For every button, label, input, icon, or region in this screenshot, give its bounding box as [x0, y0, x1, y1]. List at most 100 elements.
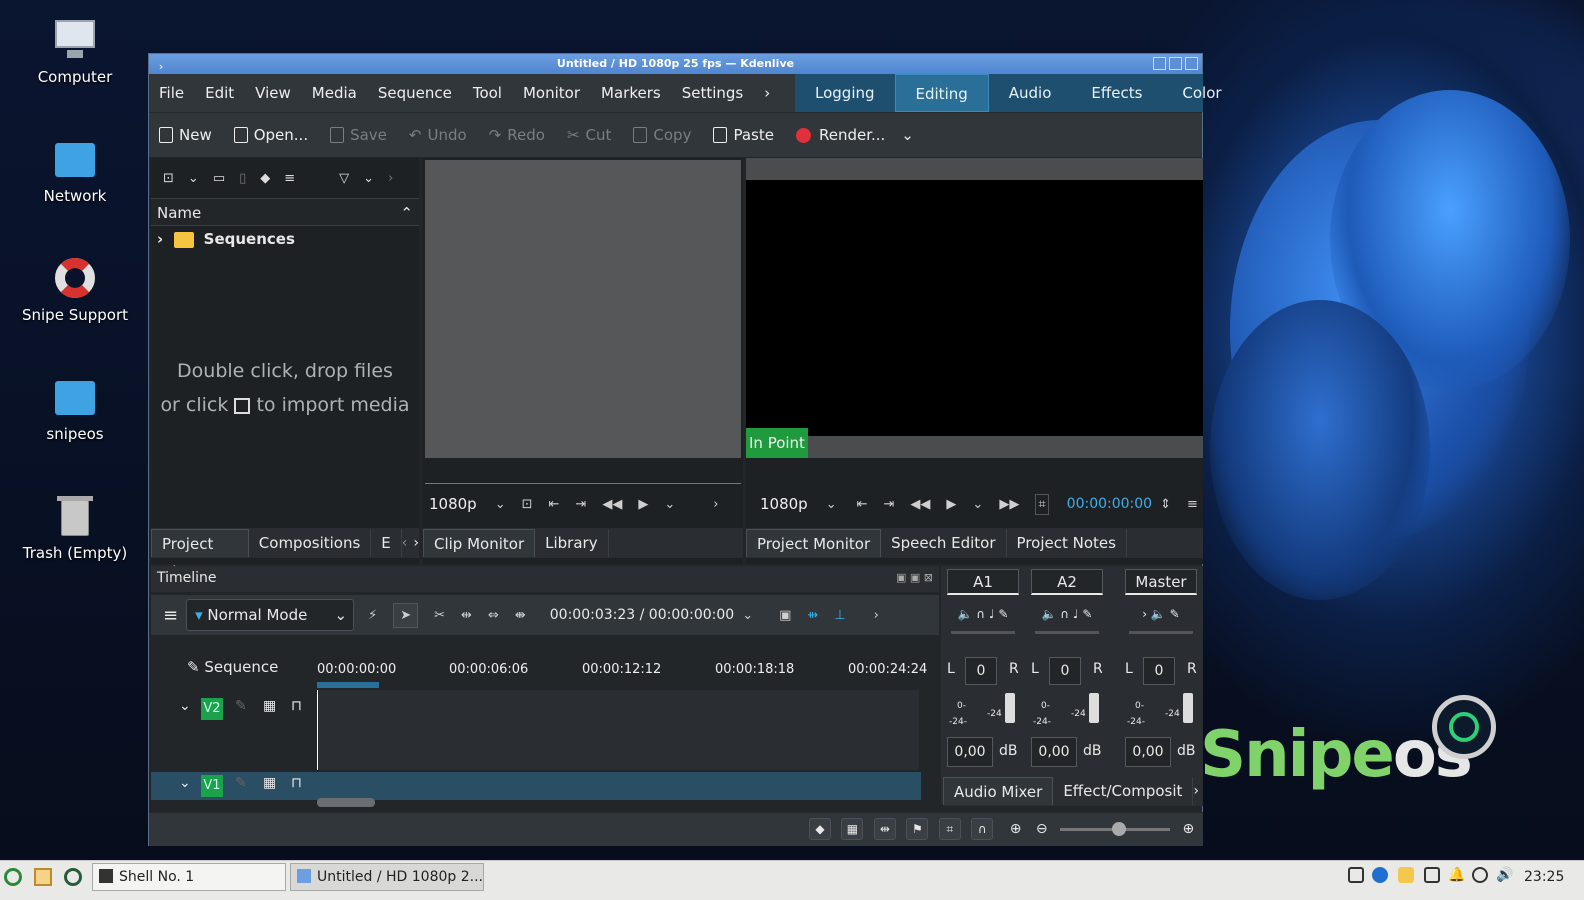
save-button[interactable]: Save	[330, 126, 387, 144]
workspace-tab-editing[interactable]: Editing	[894, 74, 989, 112]
project-timecode[interactable]: 00:00:00:00	[1067, 496, 1152, 512]
zoom-fit-icon[interactable]: ⊕	[1010, 821, 1022, 837]
volume-fader[interactable]	[1183, 693, 1193, 723]
clock[interactable]: 23:25	[1524, 869, 1564, 885]
clip-resolution-select[interactable]: 1080p	[429, 495, 477, 513]
rewind-icon[interactable]: ◀◀	[602, 497, 622, 512]
play-icon[interactable]: ▶	[946, 497, 956, 512]
pan-slider[interactable]	[1035, 631, 1099, 634]
task-kdenlive[interactable]: Untitled / HD 1080p 2...	[290, 863, 484, 891]
hamburger-menu-icon[interactable]: ≡	[1187, 497, 1198, 512]
rewind-icon[interactable]: ◀◀	[910, 497, 930, 512]
channel-buttons[interactable]: 🔈 ∩ ♩ ✎	[947, 607, 1019, 621]
tag-icon[interactable]: ◆	[260, 171, 270, 186]
desktop-icon-snipe-support[interactable]: Snipe Support	[20, 256, 130, 324]
fast-forward-icon[interactable]: ▶▶	[999, 497, 1019, 512]
spacer-tool-icon[interactable]: ⇹	[461, 608, 472, 623]
list-view-icon[interactable]: ≡	[284, 171, 295, 186]
filter-icon[interactable]: ▽	[339, 171, 349, 186]
menu-more-chevron-icon[interactable]: ›	[764, 84, 770, 102]
undo-button[interactable]: ↶ Undo	[409, 126, 467, 144]
fit-zoom-icon[interactable]: ⌗	[938, 818, 961, 840]
channel-volume[interactable]: 0	[1049, 657, 1081, 685]
menu-sequence[interactable]: Sequence	[378, 84, 452, 102]
magic-wand-off-icon[interactable]: ⚡	[368, 608, 377, 623]
tab-compositions[interactable]: Compositions	[249, 529, 372, 557]
workspace-tab-audio[interactable]: Audio	[989, 74, 1072, 112]
menu-file[interactable]: File	[159, 84, 184, 102]
set-in-icon[interactable]: ⇤	[549, 497, 560, 512]
tab-library[interactable]: Library	[535, 529, 609, 557]
network-icon[interactable]	[1424, 867, 1440, 883]
zoom-fit-icon[interactable]: ⊡	[522, 497, 533, 512]
tab-effect-composition[interactable]: Effect/Composit	[1053, 777, 1194, 805]
expand-chevron-icon[interactable]: ›	[157, 230, 163, 248]
start-menu-icon[interactable]	[4, 868, 22, 886]
clipboard-icon[interactable]	[1398, 867, 1414, 883]
play-icon[interactable]: ▶	[638, 497, 648, 512]
desktop-icon-computer[interactable]: Computer	[20, 18, 130, 86]
zoom-in-icon[interactable]: ⊕	[1183, 821, 1195, 837]
collapse-chevron-icon[interactable]: ⌄	[179, 775, 191, 791]
info-icon[interactable]	[1372, 867, 1388, 883]
snap-icon[interactable]: ⇹	[873, 818, 896, 840]
chevron-right-icon[interactable]: ›	[1193, 783, 1199, 799]
zoom-slider[interactable]	[1060, 821, 1171, 836]
clip-monitor-screen[interactable]	[425, 160, 741, 458]
render-button[interactable]: Render... ⌄	[795, 126, 914, 144]
menu-media[interactable]: Media	[312, 84, 357, 102]
project-resolution-select[interactable]: 1080p	[760, 495, 808, 513]
chevron-down-icon[interactable]: ⌄	[972, 497, 983, 512]
updates-icon[interactable]	[1472, 867, 1488, 883]
tab-clip-monitor[interactable]: Clip Monitor	[423, 529, 536, 557]
menu-markers[interactable]: Markers	[601, 84, 661, 102]
set-in-icon[interactable]: ⇤	[857, 497, 868, 512]
window-titlebar[interactable]: › Untitled / HD 1080p 25 fps — Kdenlive	[149, 54, 1202, 74]
crop-icon[interactable]: ⌗	[1035, 493, 1049, 515]
pan-slider[interactable]	[1129, 631, 1193, 634]
film-icon[interactable]: ▦	[841, 818, 864, 840]
new-button[interactable]: New	[159, 126, 212, 144]
timeline-position[interactable]: 00:00:03:23 / 00:00:00:00	[550, 607, 734, 623]
timeline-ruler[interactable]: 00:00:00:00 00:00:06:06 00:00:12:12 00:0…	[317, 658, 937, 688]
tab-speech-editor[interactable]: Speech Editor	[881, 529, 1007, 557]
menu-settings[interactable]: Settings	[682, 84, 744, 102]
chevron-down-icon[interactable]: ⌄	[664, 497, 675, 512]
timeline-scrollbar[interactable]	[317, 798, 375, 807]
zone-bar[interactable]	[317, 682, 379, 688]
add-clip-icon[interactable]: ⊡	[163, 171, 174, 186]
paste-button[interactable]: Paste	[713, 126, 774, 144]
volume-fader[interactable]	[1089, 693, 1099, 723]
workspace-tab-effects[interactable]: Effects	[1071, 74, 1162, 112]
chevron-left-icon[interactable]: ‹	[402, 535, 408, 551]
cut-button[interactable]: ✂ Cut	[567, 126, 611, 144]
channel-volume[interactable]: 0	[1143, 657, 1175, 685]
channel-db[interactable]: 0,00	[1031, 737, 1077, 767]
ripple-tool-icon[interactable]: ⇔	[488, 608, 499, 623]
magnet-icon[interactable]: ∩	[971, 818, 994, 840]
volume-fader[interactable]	[1005, 693, 1015, 723]
track-label-v1[interactable]: V1	[201, 775, 223, 797]
tab-project-notes[interactable]: Project Notes	[1007, 529, 1127, 557]
chevron-right-icon[interactable]: ›	[388, 171, 393, 186]
redo-button[interactable]: ↷ Redo	[489, 126, 545, 144]
hamburger-menu-icon[interactable]: ≡	[163, 605, 178, 626]
desktop-icon-home[interactable]: snipeos	[20, 375, 130, 443]
chevron-right-icon[interactable]: ›	[713, 497, 718, 512]
bell-icon[interactable]: 🔔	[1448, 867, 1465, 883]
copy-button[interactable]: Copy	[633, 126, 691, 144]
delete-icon[interactable]: ▯	[239, 171, 246, 186]
tab-audio-mixer[interactable]: Audio Mixer	[943, 777, 1054, 805]
slip-tool-icon[interactable]: ⇼	[515, 608, 526, 623]
workspace-tab-color[interactable]: Color	[1162, 74, 1241, 112]
chevron-down-icon[interactable]: ⌄	[901, 126, 914, 144]
bin-folder-sequences[interactable]: › Sequences	[151, 226, 419, 252]
browser-icon[interactable]	[64, 868, 82, 886]
multitrack-view-icon[interactable]: ▣	[779, 608, 791, 623]
menu-tool[interactable]: Tool	[473, 84, 502, 102]
lock-icon[interactable]: ⊓	[291, 698, 302, 714]
collapse-chevron-icon[interactable]: ⌄	[179, 698, 191, 714]
bin-column-header[interactable]: Name ⌃	[151, 198, 419, 226]
channel-volume[interactable]: 0	[965, 657, 997, 685]
tab-project-bin[interactable]: Project Bin	[151, 529, 249, 581]
